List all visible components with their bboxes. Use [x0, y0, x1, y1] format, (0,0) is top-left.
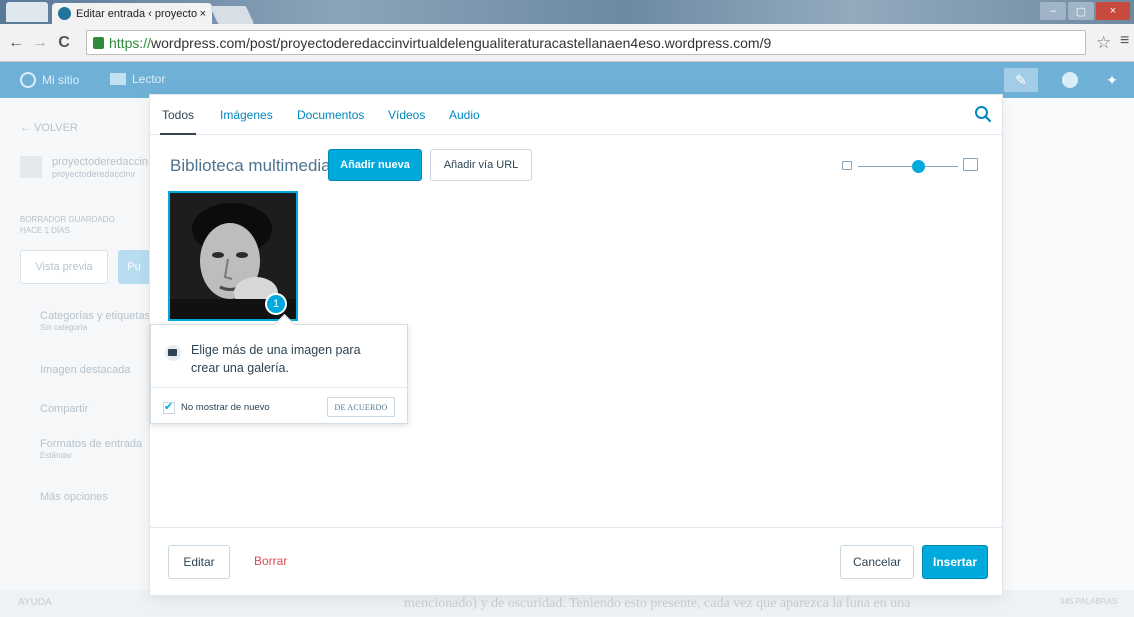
small-image-icon	[842, 161, 852, 170]
selection-count-badge: 1	[265, 293, 287, 315]
dont-show-again-checkbox[interactable]	[163, 400, 175, 414]
reader-label: Lector	[132, 72, 166, 86]
insert-button[interactable]: Insertar	[922, 545, 988, 579]
slider-handle[interactable]	[911, 160, 925, 173]
browser-tab[interactable]: Editar entrada ‹ proyecto ×	[52, 3, 212, 24]
media-library-modal: Todos Imágenes Documentos Vídeos Audio B…	[150, 95, 1002, 595]
site-icon	[20, 156, 42, 178]
formats-sub: Estándar	[40, 451, 73, 460]
browser-menu-icon[interactable]: ≡	[1120, 32, 1129, 50]
reader-link[interactable]: Lector	[110, 72, 165, 86]
media-library-title: Biblioteca multimedia	[170, 156, 331, 175]
formats-label: Formatos de entrada	[40, 438, 143, 450]
publish-button-bg: Pu	[118, 250, 150, 284]
reload-button[interactable]: C	[56, 34, 72, 52]
thumbnail-size-slider[interactable]	[842, 157, 978, 175]
url-scheme: https://	[109, 34, 152, 51]
draft-status: BORRADOR GUARDADO	[20, 215, 115, 224]
bookmark-star-icon[interactable]: ☆	[1096, 33, 1111, 53]
gallery-icon	[165, 345, 181, 361]
pencil-icon: ✎	[1015, 71, 1027, 88]
help-link: AYUDA	[18, 597, 52, 608]
delete-button[interactable]: Borrar	[254, 554, 287, 568]
tab-documents[interactable]: Documentos	[297, 108, 364, 122]
tab-close-icon[interactable]: ×	[200, 8, 206, 20]
my-site-link[interactable]: Mi sitio	[20, 72, 79, 88]
notifications-button[interactable]: ✦	[1100, 68, 1124, 92]
window-controls: – ▢ ×	[1040, 2, 1130, 20]
gallery-tip-footer: No mostrar de nuevo DE ACUERDO	[151, 387, 407, 424]
back-button[interactable]: ←	[8, 34, 24, 52]
editor-sidebar-background: ← VOLVER proyectoderedaccin proyectodere…	[0, 98, 150, 617]
tab-all[interactable]: Todos	[159, 108, 197, 135]
maximize-button[interactable]: ▢	[1068, 2, 1094, 20]
site-name: proyectoderedaccin	[52, 156, 149, 168]
media-modal-footer: Editar Borrar Cancelar Insertar	[150, 527, 1002, 595]
forward-button[interactable]: →	[32, 34, 48, 52]
new-tab-button[interactable]	[209, 6, 255, 24]
back-link: ← VOLVER	[20, 122, 78, 134]
avatar-icon	[1062, 72, 1078, 88]
lock-icon	[93, 36, 104, 49]
wordpress-logo-icon	[20, 72, 36, 88]
write-post-button[interactable]: ✎	[1004, 68, 1038, 92]
wordpress-admin-bar: Mi sitio Lector ✎ ✦	[0, 62, 1134, 98]
bell-icon: ✦	[1106, 71, 1118, 88]
dont-show-again-label[interactable]: No mostrar de nuevo	[181, 402, 270, 413]
url-path: wordpress.com/post/proyectoderedaccinvir…	[151, 34, 772, 51]
slider-track[interactable]	[858, 166, 958, 167]
tab-images[interactable]: Imágenes	[220, 108, 273, 122]
my-site-label: Mi sitio	[42, 73, 80, 87]
chrome-user-icon[interactable]	[6, 2, 48, 22]
browser-tab-bar: Editar entrada ‹ proyecto × – ▢ ×	[0, 0, 1134, 24]
media-filter-tabs: Todos Imágenes Documentos Vídeos Audio	[150, 95, 1002, 135]
site-url: proyectoderedaccinv	[52, 169, 136, 179]
add-via-url-button[interactable]: Añadir vía URL	[430, 149, 532, 181]
draft-time: HACE 1 DÍAS	[20, 226, 70, 235]
gallery-tip-popover: Elige más de una imagen para crear una g…	[150, 324, 408, 424]
more-options-label: Más opciones	[40, 491, 108, 503]
search-icon[interactable]	[974, 105, 992, 123]
tab-videos[interactable]: Vídeos	[388, 108, 425, 122]
tab-title: Editar entrada ‹ proyecto	[76, 7, 198, 20]
post-body-text: mencionado) y de oscuridad. Teniendo est…	[404, 596, 911, 611]
large-image-icon	[963, 158, 978, 171]
browser-toolbar: ← → C https:// wordpress.com/post/proyec…	[0, 24, 1134, 62]
word-count: 345 PALABRAS	[1060, 597, 1118, 606]
minimize-button[interactable]: –	[1040, 2, 1066, 20]
reader-icon	[110, 73, 126, 85]
share-label: Compartir	[40, 403, 89, 415]
wordpress-favicon-icon	[58, 7, 71, 20]
editor-right-background	[1002, 98, 1134, 617]
edit-button[interactable]: Editar	[168, 545, 230, 579]
featured-image-label: Imagen destacada	[40, 364, 131, 376]
agree-button[interactable]: DE ACUERDO	[327, 397, 395, 417]
categories-label: Categorías y etiquetas	[40, 310, 151, 322]
gallery-tip-message: Elige más de una imagen para crear una g…	[191, 343, 361, 375]
tab-audio[interactable]: Audio	[449, 108, 480, 122]
url-bar[interactable]: https:// wordpress.com/post/proyectodere…	[86, 30, 1086, 55]
close-window-button[interactable]: ×	[1096, 2, 1130, 20]
categories-sub: Sin categoría	[40, 323, 88, 332]
profile-button[interactable]	[1058, 68, 1082, 92]
preview-button-bg: Vista previa	[20, 250, 108, 284]
add-new-button[interactable]: Añadir nueva	[328, 149, 422, 181]
cancel-button[interactable]: Cancelar	[840, 545, 914, 579]
